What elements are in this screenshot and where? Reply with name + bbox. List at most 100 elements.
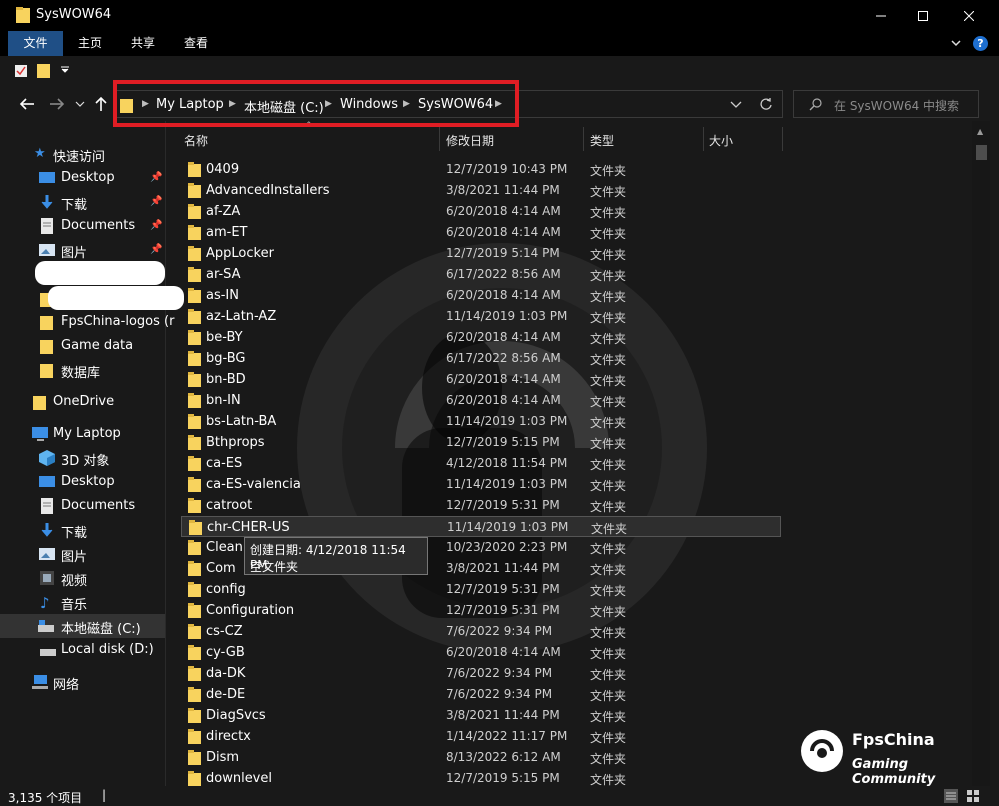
file-row[interactable]: cs-CZ 7/6/2022 9:34 PM 文件夹 <box>181 621 781 642</box>
file-row[interactable]: catroot 12/7/2019 5:31 PM 文件夹 <box>181 495 781 516</box>
recent-locations-chevron-icon[interactable] <box>74 95 86 113</box>
scroll-up-arrow-icon[interactable]: ▲ <box>977 127 983 136</box>
folder-icon <box>16 7 30 23</box>
details-view-icon[interactable] <box>944 789 958 803</box>
sidebar-item-music[interactable]: ♪ 音乐 <box>0 590 165 614</box>
address-bar[interactable]: ▶ My Laptop ▶ 本地磁盘 (C:) ▶ Windows ▶ SysW… <box>113 90 783 118</box>
minimize-button[interactable] <box>858 0 904 31</box>
sidebar-item-pictures[interactable]: 图片 📌 <box>0 238 165 262</box>
properties-icon[interactable] <box>14 64 28 78</box>
tab-file[interactable]: 文件 <box>8 31 63 56</box>
up-arrow-icon[interactable] <box>92 95 110 113</box>
sidebar-item-documents[interactable]: Documents 📌 <box>0 214 165 238</box>
file-row[interactable]: as-IN 6/20/2018 4:14 AM 文件夹 <box>181 285 781 306</box>
file-row[interactable]: ca-ES 4/12/2018 11:54 PM 文件夹 <box>181 453 781 474</box>
file-row[interactable]: bn-BD 6/20/2018 4:14 AM 文件夹 <box>181 369 781 390</box>
file-row[interactable]: cy-GB 6/20/2018 4:14 AM 文件夹 <box>181 642 781 663</box>
column-date-modified[interactable]: 修改日期 <box>446 132 494 149</box>
sidebar-item-local-disk-c[interactable]: 本地磁盘 (C:) <box>0 614 165 638</box>
file-row[interactable]: bg-BG 6/17/2022 8:56 AM 文件夹 <box>181 348 781 369</box>
sidebar-item-desktop[interactable]: Desktop 📌 <box>0 166 165 190</box>
maximize-button[interactable] <box>900 0 946 31</box>
file-row[interactable]: config 12/7/2019 5:31 PM 文件夹 <box>181 579 781 600</box>
file-row[interactable]: 0409 12/7/2019 10:43 PM 文件夹 <box>181 159 781 180</box>
search-input[interactable]: 在 SysWOW64 中搜索 <box>793 90 979 118</box>
breadcrumb-separator-icon[interactable]: ▶ <box>325 99 332 109</box>
breadcrumb-separator-icon[interactable]: ▶ <box>229 99 236 109</box>
breadcrumb-syswow64[interactable]: SysWOW64 <box>418 97 493 112</box>
file-row[interactable]: bn-IN 6/20/2018 4:14 AM 文件夹 <box>181 390 781 411</box>
sidebar-item-fpschina-logos[interactable]: FpsChina-logos (r <box>0 310 174 334</box>
column-name[interactable]: 名称 <box>184 132 208 149</box>
tab-home[interactable]: 主页 <box>66 31 114 56</box>
vertical-scrollbar[interactable]: ▲ <box>972 121 990 786</box>
large-icons-view-icon[interactable] <box>966 789 980 803</box>
sidebar-item-videos[interactable]: 视频 <box>0 566 165 590</box>
status-separator: | <box>102 788 107 802</box>
address-history-chevron-icon[interactable] <box>730 101 742 109</box>
file-row[interactable]: be-BY 6/20/2018 4:14 AM 文件夹 <box>181 327 781 348</box>
column-type[interactable]: 类型 <box>590 132 614 149</box>
back-arrow-icon[interactable] <box>18 95 36 113</box>
scrollbar-thumb[interactable] <box>976 145 987 160</box>
forward-arrow-icon[interactable] <box>48 95 66 113</box>
sidebar-item-database[interactable]: 数据库 <box>0 358 165 382</box>
folder-icon <box>188 288 201 303</box>
file-row[interactable]: ca-ES-valencia 11/14/2019 1:03 PM 文件夹 <box>181 474 781 495</box>
new-folder-icon[interactable] <box>37 62 50 78</box>
sidebar-item-onedrive[interactable]: OneDrive <box>0 390 165 414</box>
column-divider[interactable] <box>583 127 584 151</box>
breadcrumb-my-laptop[interactable]: My Laptop <box>156 97 224 112</box>
file-row[interactable]: Bthprops 12/7/2019 5:15 PM 文件夹 <box>181 432 781 453</box>
sidebar-item-this-pc[interactable]: My Laptop <box>0 422 165 446</box>
file-row[interactable]: ar-SA 6/17/2022 8:56 AM 文件夹 <box>181 264 781 285</box>
column-divider[interactable] <box>703 127 704 151</box>
breadcrumb-separator-icon[interactable]: ▶ <box>403 99 410 109</box>
sidebar-item-label: Game data <box>61 338 134 353</box>
file-list: 0409 12/7/2019 10:43 PM 文件夹 AdvancedInstall… <box>166 159 972 786</box>
breadcrumb-separator-icon[interactable]: ▶ <box>495 99 502 109</box>
sidebar-item-pc-desktop[interactable]: Desktop <box>0 470 165 494</box>
refresh-icon[interactable] <box>759 97 773 111</box>
file-row[interactable]: am-ET 6/20/2018 4:14 AM 文件夹 <box>181 222 781 243</box>
file-row[interactable]: bs-Latn-BA 11/14/2019 1:03 PM 文件夹 <box>181 411 781 432</box>
file-row[interactable]: Configuration 12/7/2019 5:31 PM 文件夹 <box>181 600 781 621</box>
file-row[interactable]: Dism 8/13/2022 6:12 AM 文件夹 <box>181 747 781 768</box>
help-icon[interactable]: ? <box>973 36 988 51</box>
file-name: Configuration <box>206 603 295 618</box>
document-icon <box>41 498 53 514</box>
tab-share[interactable]: 共享 <box>118 31 168 56</box>
file-name: Bthprops <box>206 435 265 450</box>
file-row[interactable]: directx 1/14/2022 11:17 PM 文件夹 <box>181 726 781 747</box>
sidebar-item-local-disk-d[interactable]: Local disk (D:) <box>0 638 165 662</box>
tab-view[interactable]: 查看 <box>171 31 221 56</box>
breadcrumb-local-disk-c[interactable]: 本地磁盘 (C:) <box>244 97 324 116</box>
file-row[interactable]: de-DE 7/6/2022 9:34 PM 文件夹 <box>181 684 781 705</box>
column-divider[interactable] <box>439 127 440 151</box>
column-size[interactable]: 大小 <box>709 132 733 149</box>
sidebar-item-network[interactable]: 网络 <box>0 670 165 694</box>
customize-qat-icon[interactable] <box>60 66 70 74</box>
breadcrumb-windows[interactable]: Windows <box>340 97 398 112</box>
file-row[interactable]: downlevel 12/7/2019 5:15 PM 文件夹 <box>181 768 781 786</box>
sidebar-item-game-data[interactable]: Game data <box>0 334 165 358</box>
file-name: Dism <box>206 750 240 765</box>
file-row[interactable]: chr-CHER-US 11/14/2019 1:03 PM 文件夹 <box>181 516 781 537</box>
file-row[interactable]: az-Latn-AZ 11/14/2019 1:03 PM 文件夹 <box>181 306 781 327</box>
file-row[interactable]: af-ZA 6/20/2018 4:14 AM 文件夹 <box>181 201 781 222</box>
sidebar-item-pc-downloads[interactable]: 下载 <box>0 518 165 542</box>
close-button[interactable] <box>946 0 992 31</box>
file-row[interactable]: AdvancedInstallers 3/8/2021 11:44 PM 文件夹 <box>181 180 781 201</box>
sidebar-item-label: Documents <box>61 218 136 233</box>
sidebar-item-3d-objects[interactable]: 3D 对象 <box>0 446 165 470</box>
sidebar-item-downloads[interactable]: 下载 📌 <box>0 190 165 214</box>
column-divider[interactable] <box>782 127 783 151</box>
file-row[interactable]: AppLocker 12/7/2019 5:14 PM 文件夹 <box>181 243 781 264</box>
file-row[interactable]: DiagSvcs 3/8/2021 11:44 PM 文件夹 <box>181 705 781 726</box>
breadcrumb-separator-icon[interactable]: ▶ <box>142 99 149 109</box>
file-row[interactable]: da-DK 7/6/2022 9:34 PM 文件夹 <box>181 663 781 684</box>
expand-ribbon-chevron-icon[interactable] <box>950 37 962 49</box>
sidebar-item-quick-access[interactable]: ★ 快速访问 <box>0 142 165 166</box>
sidebar-item-pc-documents[interactable]: Documents <box>0 494 165 518</box>
sidebar-item-pc-pictures[interactable]: 图片 <box>0 542 165 566</box>
